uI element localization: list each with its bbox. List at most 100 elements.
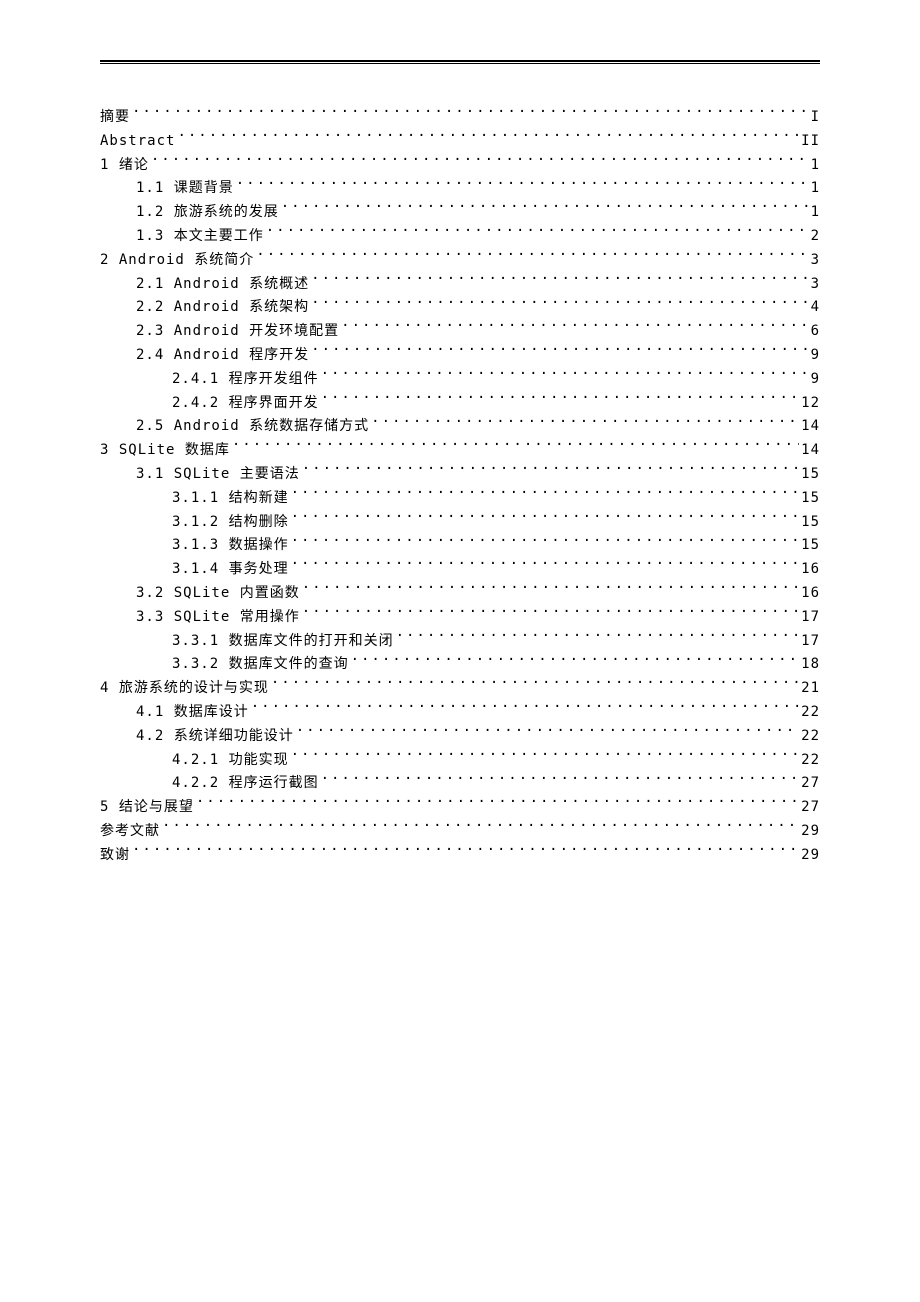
toc-entry: 4.2.1 功能实现22 (100, 749, 820, 773)
toc-entry-page: 16 (801, 582, 820, 606)
toc-leader-dots (291, 512, 800, 526)
toc-entry-title: 2.3 Android 开发环境配置 (136, 320, 339, 344)
toc-entry-page: 22 (801, 701, 820, 725)
toc-entry-title: 致谢 (100, 844, 130, 868)
toc-leader-dots (162, 821, 799, 835)
toc-entry-page: 15 (801, 511, 820, 535)
toc-entry-page: 1 (811, 154, 820, 178)
toc-entry: 摘要I (100, 106, 820, 130)
toc-leader-dots (371, 416, 799, 430)
toc-entry-title: 4 旅游系统的设计与实现 (100, 677, 269, 701)
toc-entry: 1.3 本文主要工作 2 (100, 225, 820, 249)
toc-entry: 2.1 Android 系统概述3 (100, 273, 820, 297)
toc-entry-page: 12 (801, 392, 820, 416)
toc-entry-title: 1.1 课题背景 (136, 177, 234, 201)
toc-leader-dots (291, 535, 800, 549)
toc-entry-title: 3.1.3 数据操作 (172, 534, 289, 558)
toc-entry: 参考文献 29 (100, 820, 820, 844)
toc-entry-title: 2.4 Android 程序开发 (136, 344, 309, 368)
toc-leader-dots (291, 559, 800, 573)
toc-entry: 2.4.2 程序界面开发 12 (100, 392, 820, 416)
toc-entry-title: 4.2.1 功能实现 (172, 749, 289, 773)
toc-entry-page: 2 (811, 225, 820, 249)
toc-entry: 3.1.3 数据操作 15 (100, 534, 820, 558)
toc-leader-dots (196, 797, 799, 811)
toc-entry: 4.1 数据库设计22 (100, 701, 820, 725)
toc-leader-dots (232, 440, 799, 454)
toc-entry-title: 3.1.1 结构新建 (172, 487, 289, 511)
toc-entry-title: 3.3 SQLite 常用操作 (136, 606, 300, 630)
toc-entry: 3.3 SQLite 常用操作17 (100, 606, 820, 630)
table-of-contents: 摘要IAbstractII1 绪论11.1 课题背景11.2 旅游系统的发展11… (100, 106, 820, 868)
toc-entry: 3.1.1 结构新建15 (100, 487, 820, 511)
toc-entry-page: 9 (811, 344, 820, 368)
toc-entry-page: 3 (811, 249, 820, 273)
toc-entry-page: 14 (801, 439, 820, 463)
toc-leader-dots (132, 107, 809, 121)
toc-leader-dots (396, 631, 800, 645)
toc-entry-title: 1.3 本文主要工作 (136, 225, 264, 249)
toc-entry-page: 4 (811, 296, 820, 320)
toc-leader-dots (291, 488, 800, 502)
toc-entry-title: 2.4.2 程序界面开发 (172, 392, 319, 416)
toc-entry-title: 3.3.1 数据库文件的打开和关闭 (172, 630, 394, 654)
toc-entry-title: 2 Android 系统简介 (100, 249, 254, 273)
toc-entry-title: 3.1 SQLite 主要语法 (136, 463, 300, 487)
toc-entry: 致谢 29 (100, 844, 820, 868)
header-divider (100, 60, 820, 64)
toc-entry-page: 1 (811, 201, 820, 225)
toc-entry-title: 3.1.4 事务处理 (172, 558, 289, 582)
toc-entry-page: 14 (801, 415, 820, 439)
toc-entry-title: 2.2 Android 系统架构 (136, 296, 309, 320)
toc-entry: Abstract II (100, 130, 820, 154)
toc-leader-dots (236, 178, 809, 192)
toc-leader-dots (321, 773, 800, 787)
toc-leader-dots (271, 678, 799, 692)
toc-entry: 2 Android 系统简介 3 (100, 249, 820, 273)
toc-entry-page: II (801, 130, 820, 154)
toc-entry-page: 27 (801, 772, 820, 796)
toc-entry-page: 29 (801, 820, 820, 844)
toc-entry-title: 参考文献 (100, 820, 160, 844)
toc-entry-title: 4.2 系统详细功能设计 (136, 725, 294, 749)
toc-entry: 4.2.2 程序运行截图 27 (100, 772, 820, 796)
toc-entry: 3.1.4 事务处理16 (100, 558, 820, 582)
toc-entry-page: 15 (801, 463, 820, 487)
toc-entry-title: 3.1.2 结构删除 (172, 511, 289, 535)
toc-entry-page: 29 (801, 844, 820, 868)
toc-entry-title: 2.5 Android 系统数据存储方式 (136, 415, 369, 439)
toc-entry: 3.1.2 结构删除 15 (100, 511, 820, 535)
toc-entry: 3.1 SQLite 主要语法 15 (100, 463, 820, 487)
toc-entry-page: 21 (801, 677, 820, 701)
toc-leader-dots (281, 202, 809, 216)
toc-leader-dots (321, 393, 800, 407)
toc-entry-title: 摘要 (100, 106, 130, 130)
toc-entry-page: 6 (811, 320, 820, 344)
toc-entry-title: 2.4.1 程序开发组件 (172, 368, 319, 392)
toc-leader-dots (302, 583, 799, 597)
toc-leader-dots (341, 321, 808, 335)
toc-entry: 2.3 Android 开发环境配置 6 (100, 320, 820, 344)
toc-leader-dots (321, 369, 809, 383)
toc-entry-title: 4.2.2 程序运行截图 (172, 772, 319, 796)
toc-entry-page: 15 (801, 534, 820, 558)
toc-entry: 1.2 旅游系统的发展 1 (100, 201, 820, 225)
toc-leader-dots (302, 464, 799, 478)
toc-entry-page: 27 (801, 796, 820, 820)
toc-leader-dots (251, 702, 799, 716)
toc-entry-title: 5 结论与展望 (100, 796, 194, 820)
toc-leader-dots (302, 607, 799, 621)
toc-entry-page: 1 (811, 177, 820, 201)
toc-entry: 2.5 Android 系统数据存储方式 14 (100, 415, 820, 439)
toc-leader-dots (351, 654, 800, 668)
toc-entry: 3.3.1 数据库文件的打开和关闭17 (100, 630, 820, 654)
toc-entry-title: Abstract (100, 130, 175, 154)
toc-entry: 2.4.1 程序开发组件9 (100, 368, 820, 392)
toc-entry: 1 绪论1 (100, 154, 820, 178)
toc-entry-title: 2.1 Android 系统概述 (136, 273, 309, 297)
toc-entry-title: 1.2 旅游系统的发展 (136, 201, 279, 225)
toc-leader-dots (266, 226, 809, 240)
toc-leader-dots (151, 155, 809, 169)
toc-leader-dots (291, 750, 800, 764)
toc-leader-dots (311, 345, 808, 359)
